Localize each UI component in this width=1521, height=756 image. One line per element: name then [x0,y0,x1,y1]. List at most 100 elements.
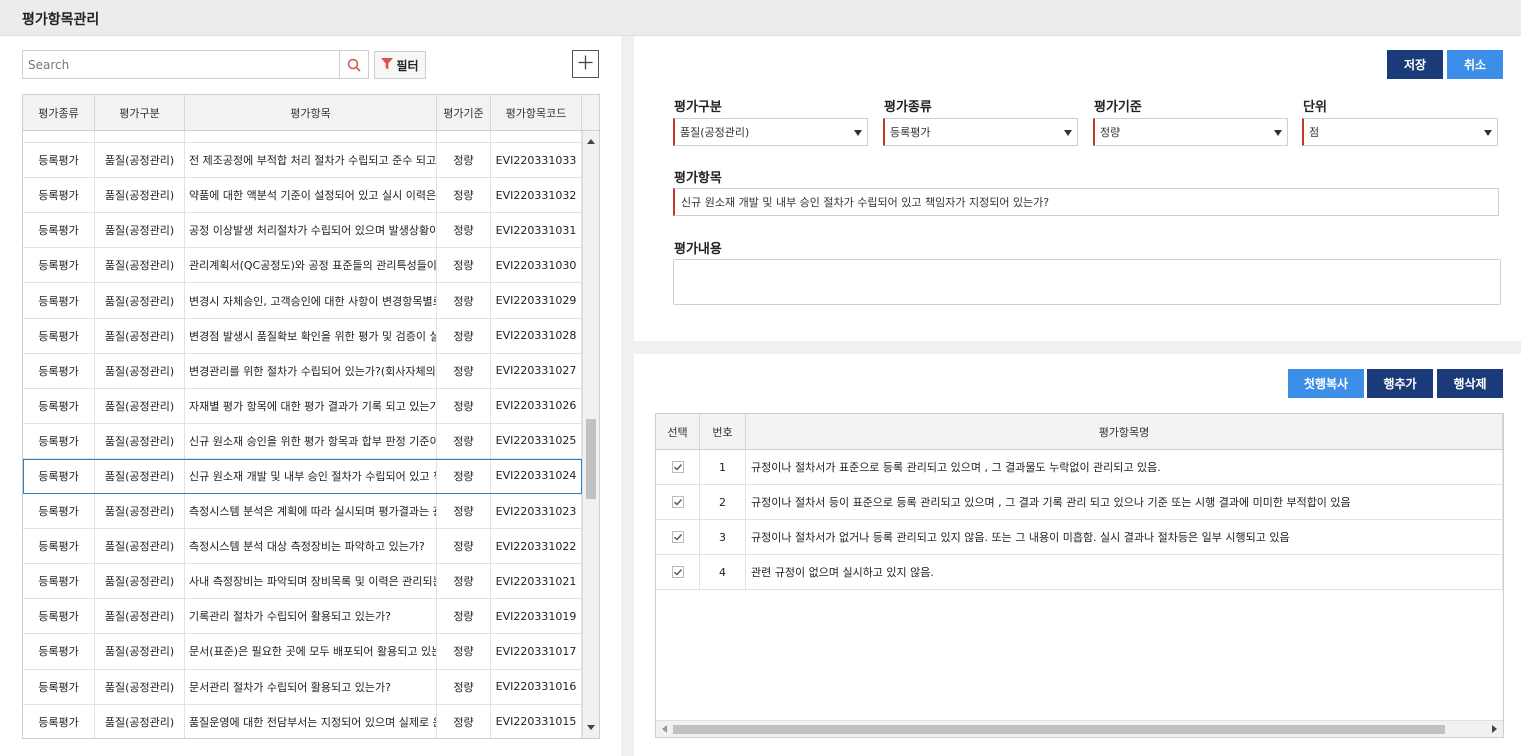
cell-code: EVI220331019 [491,599,582,634]
col-header-type[interactable]: 평가종류 [23,95,95,131]
score-grid-header: 선택 번호 평가항목명 [656,414,1503,450]
table-row[interactable]: 등록평가 품질(공정관리) 자재별 평가 항목에 대한 평가 결과가 기록 되고 있… [23,388,582,424]
cell-item: 관리계획서(QC공정도)와 공정 표준들의 관리특성들이 일치하는가 [185,248,437,283]
scroll-thumb[interactable] [673,725,1445,734]
scroll-thumb[interactable] [586,419,596,499]
table-row[interactable]: 등록평가 품질(공정관리) 기록관리 절차가 수립되어 활용되고 있는가? 정량 EVI… [23,599,582,635]
table-row[interactable]: 1 규정이나 절차서가 표준으로 등록 관리되고 있으며 , 그 결과물도 누락없… [656,450,1503,485]
col-header-name[interactable]: 평가항목명 [746,414,1503,449]
col-header-select[interactable]: 선택 [656,414,700,449]
unit-select-value: 점 [1309,126,1320,139]
item-field[interactable]: 신규 원소재 개발 및 내부 승인 절차가 수립되어 있고 책임자가 지정되어 … [673,188,1499,216]
cell-item: 품질운영에 대한 전담부서는 지정되어 있으며 실제로 운영되는가 [185,704,437,738]
search-icon[interactable] [339,51,368,78]
cell-no: 3 [700,520,746,554]
grid-vertical-scrollbar[interactable] [582,131,599,738]
table-row[interactable]: 등록평가 품질(공정관리) 약품에 대한 액분석 기준이 설정되어 있고 실시 이력… [23,178,582,214]
item-label: 평가항목 [674,171,722,186]
cell-select [656,555,700,589]
table-row[interactable]: 등록평가 품질(공정관리) 측정시스템 분석 대상 측정장비는 파악하고 있는가? 정… [23,529,582,565]
table-row-partial[interactable]: 등록평가 품질(공정관리) 수입원자재의 관리대상 품질 항목 및 방법이 문서… [23,131,582,144]
row-checkbox[interactable] [671,531,684,543]
check-icon [673,569,682,576]
cell-name: 규정이나 절차서가 없거나 등록 관리되고 있지 않음. 또는 그 내용이 미흡… [746,520,1503,554]
cell-select [656,450,700,484]
scroll-down-arrow-icon[interactable] [587,725,595,730]
cell-code: EVI220331030 [491,248,582,283]
cell-no: 4 [700,555,746,589]
unit-select[interactable]: 점 [1302,118,1498,146]
score-grid-horizontal-scrollbar[interactable] [656,720,1503,737]
cell-criteria: 정량 [437,131,491,143]
cell-criteria: 정량 [437,283,491,318]
type-select[interactable]: 등록평가 [883,118,1078,146]
table-row[interactable]: 3 규정이나 절차서가 없거나 등록 관리되고 있지 않음. 또는 그 내용이 미… [656,520,1503,555]
type-select-value: 등록평가 [890,126,931,139]
copy-first-row-button[interactable]: 첫행복사 [1288,369,1364,398]
col-header-category[interactable]: 평가구분 [95,95,185,131]
cell-code: EVI220331027 [491,353,582,388]
row-checkbox[interactable] [671,496,684,508]
item-grid-rows: 등록평가 품질(공정관리) 수입원자재의 관리대상 품질 항목 및 방법이 문서… [23,131,582,738]
col-header-criteria[interactable]: 평가기준 [437,95,491,131]
cell-criteria: 정량 [437,143,491,178]
scroll-up-arrow-icon[interactable] [587,139,595,144]
table-row[interactable]: 등록평가 품질(공정관리) 관리계획서(QC공정도)와 공정 표준들의 관리특성들이… [23,248,582,284]
table-row-selected[interactable]: 등록평가 품질(공정관리) 신규 원소재 개발 및 내부 승인 절차가 수립되어 있… [23,458,582,495]
delete-row-button[interactable]: 행삭제 [1437,369,1503,398]
item-grid: 평가종류 평가구분 평가항목 평가기준 평가항목코드 등록평가 품질(공정관리)… [22,94,600,739]
cell-category: 품질(공정관리) [95,529,185,564]
cell-type: 등록평가 [23,458,95,494]
col-header-code[interactable]: 평가항목코드 [491,95,582,131]
table-row[interactable]: 등록평가 품질(공정관리) 문서관리 절차가 수립되어 활용되고 있는가? 정량 EVI… [23,669,582,705]
scroll-left-arrow-icon[interactable] [662,725,667,733]
add-row-button[interactable]: 행추가 [1367,369,1433,398]
table-row[interactable]: 4 관련 규정이 없으며 실시하고 있지 않음. [656,555,1503,590]
criteria-label: 평가기준 [1094,100,1142,115]
add-item-button[interactable] [572,50,599,78]
item-grid-header: 평가종류 평가구분 평가항목 평가기준 평가항목코드 [23,95,582,131]
cell-category: 품질(공정관리) [95,423,185,458]
table-row[interactable]: 등록평가 품질(공정관리) 신규 원소재 승인을 위한 평가 항목과 합부 판정 기… [23,423,582,459]
cell-type: 등록평가 [23,704,95,738]
cancel-button[interactable]: 취소 [1447,50,1503,79]
table-row[interactable]: 등록평가 품질(공정관리) 문서(표준)은 필요한 곳에 모두 배포되어 활용되고 … [23,634,582,670]
cell-type: 등록평가 [23,283,95,318]
cell-item: 기록관리 절차가 수립되어 활용되고 있는가? [185,599,437,634]
table-row[interactable]: 등록평가 품질(공정관리) 변경점 발생시 품질확보 확인을 위한 평가 및 검증이… [23,318,582,354]
cell-no: 2 [700,485,746,519]
search-input[interactable] [23,51,338,78]
table-row[interactable]: 등록평가 품질(공정관리) 공정 이상발생 처리절차가 수립되어 있으며 발생상황이… [23,213,582,249]
save-button[interactable]: 저장 [1387,50,1443,79]
table-row[interactable]: 등록평가 품질(공정관리) 변경관리를 위한 절차가 수립되어 있는가?(회사자체의… [23,353,582,389]
cell-code: EVI220331021 [491,564,582,599]
col-header-item[interactable]: 평가항목 [185,95,437,131]
criteria-select[interactable]: 정량 [1093,118,1288,146]
cell-item: 신규 원소재 승인을 위한 평가 항목과 합부 판정 기준이 수립되는가 [185,423,437,458]
row-checkbox[interactable] [671,461,684,473]
cell-code: EVI220331032 [491,178,582,213]
table-row[interactable]: 등록평가 품질(공정관리) 전 제조공정에 부적합 처리 절차가 수립되고 준수 되… [23,143,582,179]
content-textarea[interactable] [673,259,1501,305]
chevron-down-icon [1484,130,1492,136]
table-row[interactable]: 등록평가 품질(공정관리) 품질운영에 대한 전담부서는 지정되어 있으며 실제로 … [23,704,582,738]
cell-code: EVI220331033 [491,143,582,178]
table-row[interactable]: 등록평가 품질(공정관리) 변경시 자체승인, 고객승인에 대한 사항이 변경항목별… [23,283,582,319]
scroll-right-arrow-icon[interactable] [1492,725,1497,733]
filter-button[interactable]: 필터 [374,51,426,79]
table-row[interactable]: 등록평가 품질(공정관리) 측정시스템 분석은 계획에 따라 실시되며 평가결과는 … [23,494,582,530]
cell-item: 공정 이상발생 처리절차가 수립되어 있으며 발생상황이 문서화되는가 [185,213,437,248]
table-row[interactable]: 등록평가 품질(공정관리) 사내 측정장비는 파악되며 장비목록 및 이력은 관리되… [23,564,582,600]
grid-header-corner [582,95,599,131]
col-header-no[interactable]: 번호 [700,414,746,449]
table-row[interactable]: 2 규정이나 절차서 등이 표준으로 등록 관리되고 있으며 , 그 결과 기록 … [656,485,1503,520]
cell-criteria: 정량 [437,423,491,458]
cell-code: EVI220331015 [491,704,582,738]
category-label: 평가구분 [674,100,722,115]
cell-type: 등록평가 [23,564,95,599]
filter-icon [381,57,394,73]
cell-type: 등록평가 [23,353,95,388]
category-select[interactable]: 품질(공정관리) [673,118,868,146]
chevron-down-icon [1274,130,1282,136]
row-checkbox[interactable] [671,566,684,578]
